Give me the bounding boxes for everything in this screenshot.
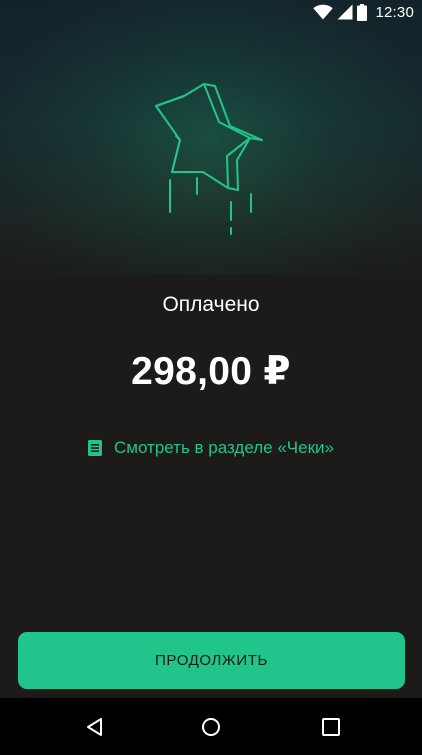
view-receipts-label: Смотреть в разделе «Чеки»	[114, 438, 334, 457]
battery-icon	[357, 3, 368, 21]
cell-signal-icon	[337, 4, 353, 20]
payment-amount: 298,00 ₽	[131, 350, 291, 393]
status-bar: 12:30	[0, 0, 422, 24]
home-icon[interactable]	[199, 715, 223, 739]
falling-star-icon	[140, 78, 282, 240]
system-navigation-bar	[0, 698, 422, 755]
payment-status-title: Оплачено	[162, 293, 260, 316]
document-icon	[88, 440, 102, 456]
continue-button[interactable]: ПРОДОЛЖИТЬ	[18, 632, 405, 689]
back-icon[interactable]	[83, 715, 107, 739]
view-receipts-link[interactable]: Смотреть в разделе «Чеки»	[0, 438, 422, 458]
status-time: 12:30	[375, 3, 414, 21]
payment-success-screen: 12:30 Оплачено 298,00 ₽ Смотреть в разде…	[0, 0, 422, 755]
wifi-icon	[313, 4, 334, 20]
recent-apps-icon[interactable]	[319, 715, 343, 739]
